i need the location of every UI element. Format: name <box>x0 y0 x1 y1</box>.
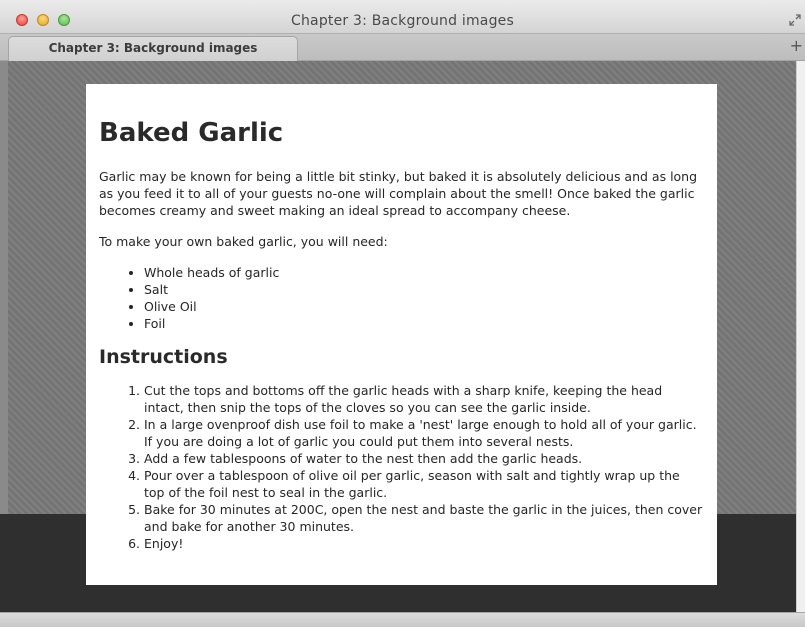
window-bottom-bar <box>0 612 805 627</box>
list-item: Olive Oil <box>144 298 704 315</box>
article-intro: Garlic may be known for being a little b… <box>99 169 698 218</box>
tab-chapter-3[interactable]: Chapter 3: Background images <box>8 36 298 62</box>
fullscreen-icon[interactable] <box>789 14 801 26</box>
list-item: Add a few tablespoons of water to the ne… <box>144 450 704 467</box>
ingredients-list: Whole heads of garlic Salt Olive Oil Foi… <box>99 264 704 332</box>
list-item: Cut the tops and bottoms off the garlic … <box>144 382 704 416</box>
page-viewport: Baked Garlic Garlic may be known for bei… <box>0 61 805 612</box>
list-item: Foil <box>144 315 704 332</box>
tab-bar: Chapter 3: Background images + <box>0 34 805 62</box>
article-panel: Baked Garlic Garlic may be known for bei… <box>86 84 717 585</box>
list-item: Bake for 30 minutes at 200C, open the ne… <box>144 501 704 535</box>
list-item: Whole heads of garlic <box>144 264 704 281</box>
needs-intro: To make your own baked garlic, you will … <box>99 234 388 249</box>
list-item: In a large ovenproof dish use foil to ma… <box>144 416 704 450</box>
new-tab-button[interactable]: + <box>790 36 803 56</box>
list-item: Enjoy! <box>144 535 704 552</box>
vertical-scrollbar[interactable] <box>796 61 805 612</box>
window-titlebar: Chapter 3: Background images <box>0 0 805 34</box>
list-item: Salt <box>144 281 704 298</box>
instructions-list: Cut the tops and bottoms off the garlic … <box>99 382 704 552</box>
tab-label: Chapter 3: Background images <box>48 41 258 55</box>
article-heading: Baked Garlic <box>99 118 284 148</box>
window-title: Chapter 3: Background images <box>291 13 514 29</box>
list-item: Pour over a tablespoon of olive oil per … <box>144 467 704 501</box>
instructions-heading: Instructions <box>99 346 228 368</box>
